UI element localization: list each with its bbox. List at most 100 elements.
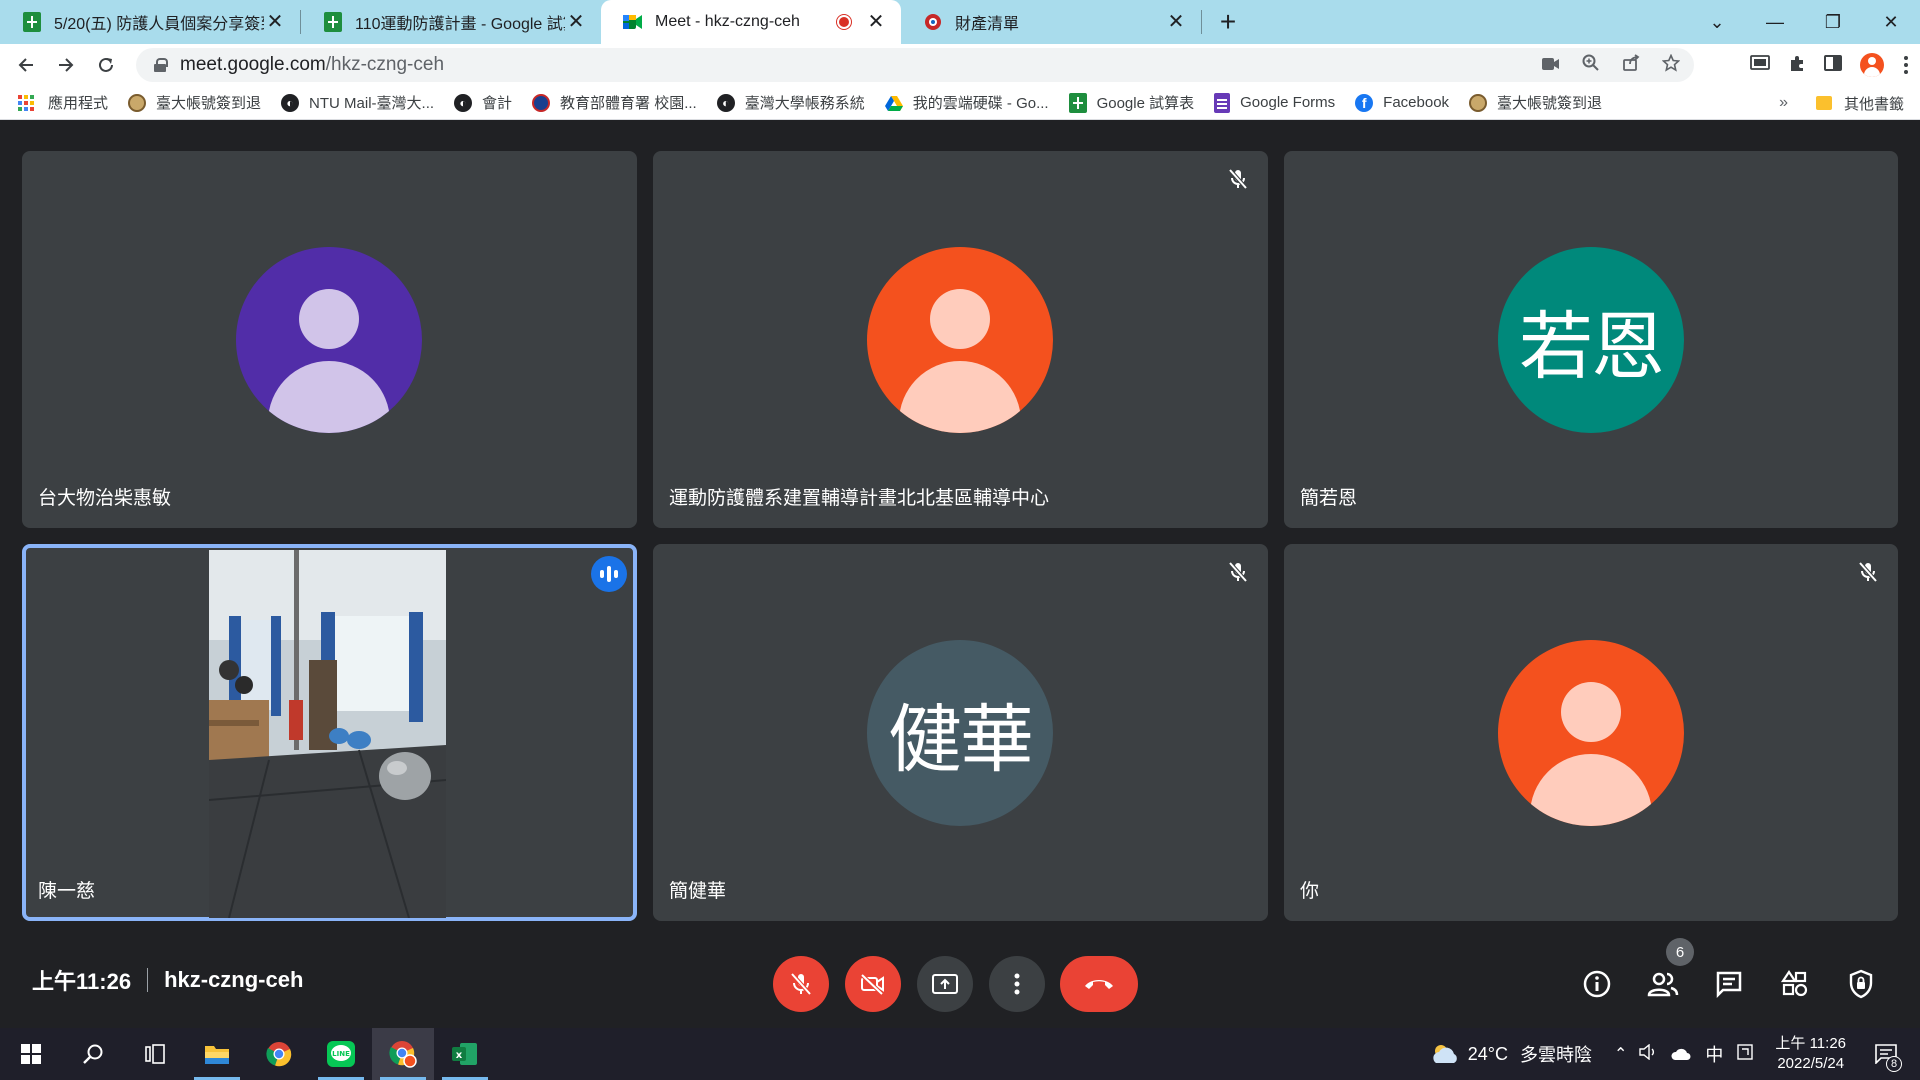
bookmark-ntu-mail[interactable]: ◐ NTU Mail-臺灣大... — [281, 92, 434, 113]
bookmark-ntu-sign-in[interactable]: 臺大帳號簽到退 — [128, 92, 261, 113]
url-input[interactable]: meet.google.com/hkz-czng-ceh — [136, 48, 1694, 82]
bookmark-label: 我的雲端硬碟 - Go... — [912, 95, 1049, 112]
browser-menu-icon[interactable] — [1902, 56, 1910, 74]
taskbar-chrome-profile[interactable] — [372, 1028, 434, 1080]
zoom-icon[interactable] — [1582, 54, 1600, 77]
taskbar-clock[interactable]: 上午 11:26 2022/5/24 — [1775, 1034, 1846, 1074]
avatar: 健華 — [867, 640, 1053, 826]
toggle-camera-button[interactable] — [845, 956, 901, 1012]
bookmarks-overflow-chevron-icon[interactable]: » — [1779, 86, 1788, 120]
chrome-icon — [266, 1042, 292, 1067]
extensions-puzzle-icon[interactable] — [1788, 54, 1806, 77]
task-view-button[interactable] — [124, 1028, 186, 1080]
participant-video — [209, 550, 446, 918]
input-method-indicator[interactable]: 中 — [1705, 1041, 1723, 1067]
avatar — [867, 247, 1053, 433]
participant-tile[interactable]: 健華 簡健華 — [653, 544, 1268, 921]
avatar — [1498, 640, 1684, 826]
toggle-microphone-button[interactable] — [773, 956, 829, 1012]
bookmarks-bar: 應用程式 臺大帳號簽到退 ◐ NTU Mail-臺灣大... ◐ 會計 教育部體… — [0, 86, 1920, 120]
participant-tile-active-speaker[interactable]: 陳一慈 — [22, 544, 637, 921]
participant-name: 你 — [1300, 881, 1320, 902]
bookmark-moe-sports[interactable]: 教育部體育署 校園... — [532, 92, 697, 113]
bookmark-ntu-accounts[interactable]: ◐ 臺灣大學帳務系統 — [716, 92, 865, 113]
url-path: /hkz-czng-ceh — [325, 54, 445, 75]
tab-search-dropdown-icon[interactable]: ⌄ — [1688, 0, 1746, 44]
onedrive-cloud-icon[interactable] — [1671, 1044, 1691, 1065]
close-tab-icon[interactable]: ✕ — [1165, 11, 1187, 33]
activities-button[interactable] — [1771, 960, 1819, 1008]
other-bookmarks-folder[interactable]: 其他書籤 — [1815, 86, 1904, 120]
lock-icon[interactable] — [154, 58, 168, 72]
participant-tile[interactable]: 若恩 簡若恩 — [1284, 151, 1898, 528]
share-icon[interactable] — [1622, 53, 1640, 77]
notification-center-button[interactable]: 8 — [1866, 1028, 1906, 1080]
bookmark-label: Google 試算表 — [1096, 95, 1195, 112]
chrome-profile-icon — [389, 1041, 417, 1068]
bookmark-google-drive[interactable]: 我的雲端硬碟 - Go... — [884, 92, 1049, 113]
weather-temperature: 24°C — [1467, 1043, 1508, 1064]
bookmark-facebook[interactable]: f Facebook — [1355, 93, 1449, 112]
windows-taskbar: LINE x 24°C 多雲時陰 ⌃ 中 上午 11:26 2022/5/24 … — [0, 1028, 1920, 1080]
chat-button[interactable] — [1705, 960, 1753, 1008]
close-window-button[interactable]: ✕ — [1862, 0, 1920, 44]
globe-icon: ◐ — [454, 93, 473, 112]
camera-in-use-icon[interactable] — [1542, 55, 1560, 76]
restore-button[interactable]: ❐ — [1804, 0, 1862, 44]
cast-icon[interactable] — [1750, 54, 1770, 76]
bookmark-ntu-sign-in-2[interactable]: 臺大帳號簽到退 — [1469, 92, 1602, 113]
new-tab-button[interactable]: + — [1206, 0, 1250, 44]
tab-separator — [1201, 10, 1202, 34]
meeting-clock: 上午11:26 — [32, 969, 132, 994]
tab-meet[interactable]: Meet - hkz-czng-ceh ✕ — [601, 0, 901, 44]
side-panel-icon[interactable] — [1824, 54, 1842, 77]
close-tab-icon[interactable]: ✕ — [865, 11, 887, 33]
bookmark-google-sheets[interactable]: Google 試算表 — [1068, 92, 1195, 113]
taskbar-chrome[interactable] — [248, 1028, 310, 1080]
windows-start-icon — [21, 1044, 41, 1064]
bookmark-apps[interactable]: 應用程式 — [18, 92, 108, 113]
close-tab-icon[interactable]: ✕ — [264, 11, 286, 33]
url-host: meet.google.com — [180, 54, 326, 75]
tab-sign-in-sheet[interactable]: 5/20(五) 防護人員個案分享簽到退 ✕ — [0, 0, 300, 44]
bookmark-label: 臺灣大學帳務系統 — [744, 95, 865, 112]
participant-tile[interactable]: 運動防護體系建置輔導計畫北北基區輔導中心 — [653, 151, 1268, 528]
taskbar-search-button[interactable] — [62, 1028, 124, 1080]
reload-icon[interactable] — [86, 45, 126, 85]
taskbar-file-explorer[interactable] — [186, 1028, 248, 1080]
task-view-icon — [145, 1044, 165, 1064]
divider — [147, 968, 149, 992]
profile-avatar[interactable] — [1860, 53, 1884, 77]
mic-muted-icon — [1224, 558, 1252, 586]
bookmark-google-forms[interactable]: Google Forms — [1214, 92, 1335, 113]
mic-off-icon — [790, 972, 812, 996]
present-screen-button[interactable] — [917, 956, 973, 1012]
back-arrow-icon[interactable] — [6, 45, 46, 85]
more-options-button[interactable] — [989, 956, 1045, 1012]
host-controls-button[interactable] — [1837, 960, 1885, 1008]
bookmark-label: NTU Mail-臺灣大... — [309, 95, 435, 112]
volume-icon[interactable] — [1639, 1043, 1657, 1065]
forward-arrow-icon[interactable] — [46, 45, 86, 85]
tab-sports-plan-sheet[interactable]: 110運動防護計畫 - Google 試算表 ✕ — [301, 0, 601, 44]
participant-tile[interactable]: 台大物治柴惠敏 — [22, 151, 637, 528]
bookmark-star-icon[interactable] — [1661, 53, 1681, 77]
weather-description: 多雲時陰 — [1520, 1045, 1592, 1065]
taskbar-excel[interactable]: x — [434, 1028, 496, 1080]
taskbar-line[interactable]: LINE — [310, 1028, 372, 1080]
meeting-info-button[interactable] — [1573, 960, 1621, 1008]
windows-start-button[interactable] — [0, 1028, 62, 1080]
show-everyone-button[interactable] — [1639, 960, 1687, 1008]
show-hidden-icons-chevron-icon[interactable]: ⌃ — [1614, 1044, 1627, 1064]
participant-tile-self[interactable]: 你 — [1284, 544, 1898, 921]
weather-widget[interactable]: 24°C 多雲時陰 — [1430, 1041, 1592, 1067]
info-icon — [1583, 970, 1611, 998]
close-tab-icon[interactable]: ✕ — [565, 11, 587, 33]
bookmark-accounting[interactable]: ◐ 會計 — [454, 92, 512, 113]
leave-call-button[interactable] — [1060, 956, 1138, 1012]
folder-icon — [1815, 96, 1832, 110]
keyboard-mode-icon[interactable] — [1737, 1043, 1754, 1065]
minimize-button[interactable]: — — [1746, 0, 1804, 44]
participant-name: 台大物治柴惠敏 — [38, 488, 172, 509]
tab-property-list[interactable]: 財產清單 ✕ — [901, 0, 1201, 44]
